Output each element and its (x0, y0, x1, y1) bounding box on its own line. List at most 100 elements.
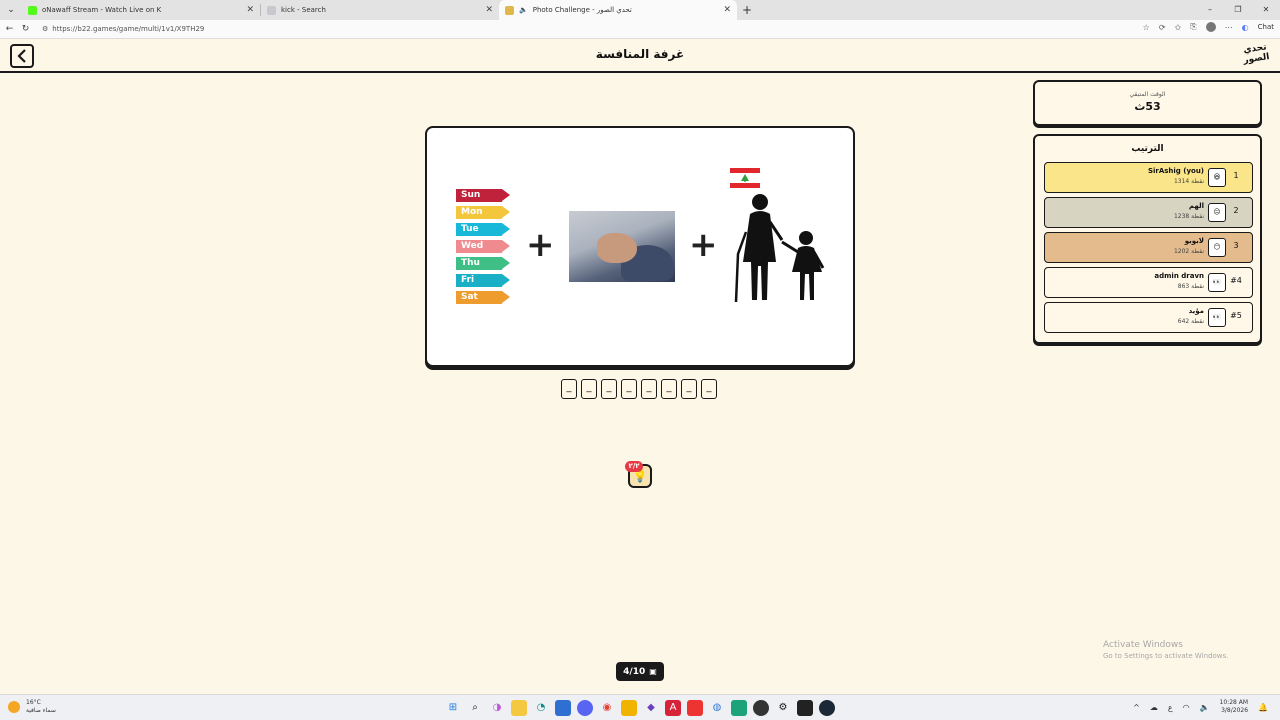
close-tab-icon[interactable]: ✕ (485, 5, 493, 15)
close-tab-icon[interactable]: ✕ (246, 5, 254, 15)
page-header: غرفة المنافسة تحدي الصور (0, 40, 1280, 73)
player-score: 1202 نقطة (1173, 248, 1204, 255)
windows-taskbar: 16°C سماء صافية ⊞ ⌕ ◑ ◔ ◉ ◆ A ◍ ⚙ ^ ☁ ع … (0, 694, 1280, 720)
close-tab-icon[interactable]: ✕ (723, 5, 731, 15)
bookmark-star-icon[interactable]: ☆ (1143, 23, 1150, 32)
clock[interactable]: 10:28 AM 3/8/2026 (1220, 699, 1248, 715)
answer-slot[interactable]: _ (681, 379, 697, 399)
plus-sign: + (526, 225, 555, 265)
player-score: 1238 نقطة (1173, 213, 1204, 220)
settings-icon[interactable]: ⚙ (775, 700, 791, 716)
obs-icon[interactable] (797, 700, 813, 716)
collections-icon[interactable]: ⎘ (1190, 22, 1196, 32)
day-arrow-mon: Mon (456, 206, 510, 219)
day-arrow-tue: Tue (456, 223, 510, 236)
game-page: غرفة المنافسة تحدي الصور Sun Mon Tue Wed… (0, 40, 1280, 694)
app-icon[interactable] (621, 700, 637, 716)
browser-tab-bar: ⌄ oNawaff Stream - Watch Live on K ✕ kic… (0, 0, 1280, 20)
copilot-app-icon[interactable]: ◑ (489, 700, 505, 716)
notifications-icon[interactable]: 🔔 (1258, 703, 1268, 712)
browser-tab-kick-stream[interactable]: oNawaff Stream - Watch Live on K ✕ (22, 0, 260, 20)
browser-address-bar: ← ↻ ⚙ https://b22.games/game/multi/1v1/X… (0, 20, 1280, 39)
rank-number: 3 (1233, 241, 1239, 250)
copilot-icon[interactable]: ◐ (1242, 23, 1249, 32)
game-favicon-icon (505, 5, 514, 15)
game-icon[interactable] (753, 700, 769, 716)
volume-icon[interactable]: 🔈 (1200, 703, 1210, 712)
answer-slot[interactable]: _ (581, 379, 597, 399)
app-icon[interactable] (687, 700, 703, 716)
edge-browser-icon[interactable]: ◔ (533, 700, 549, 716)
timer-value: 53ث (1134, 100, 1161, 113)
taskbar-apps: ⊞ ⌕ ◑ ◔ ◉ ◆ A ◍ ⚙ (445, 700, 835, 716)
browser-tab-kick-search[interactable]: kick - Search ✕ (261, 0, 499, 20)
player-name: الهم (1188, 202, 1204, 210)
favorites-icon[interactable]: ✩ (1175, 23, 1182, 32)
ranking-row: #5 👀 مؤيد 642 نقطة (1044, 302, 1253, 333)
plus-sign: + (689, 225, 718, 265)
chevron-up-icon[interactable]: ^ (1133, 703, 1140, 712)
speaker-icon[interactable]: 🔈 (519, 6, 528, 14)
answer-slot[interactable]: _ (561, 379, 577, 399)
steam-icon[interactable] (819, 700, 835, 716)
tab-search-chevron-icon[interactable]: ⌄ (0, 0, 22, 20)
ranking-list: 1 😆 SirAshig (you) 1314 نقطة 2 😐 الهم 12… (1044, 162, 1253, 337)
day-arrow-thu: Thu (456, 257, 510, 270)
rank-number: 2 (1233, 206, 1239, 215)
network-icon[interactable]: ☁ (1150, 703, 1158, 712)
chrome-icon[interactable]: ◉ (599, 700, 615, 716)
ranking-row: 1 😆 SirAshig (you) 1314 نقطة (1044, 162, 1253, 193)
search-icon[interactable]: ⌕ (467, 700, 483, 716)
ranking-row: #4 👀 admin dravn 863 نقطة (1044, 267, 1253, 298)
close-window-icon[interactable]: ✕ (1252, 0, 1280, 20)
hand-shape (597, 233, 637, 263)
browser-tab-photo-challenge[interactable]: 🔈 Photo Challenge - تحدي الصور ✕ (499, 0, 737, 20)
window-controls: – ❐ ✕ (1196, 0, 1280, 20)
more-menu-icon[interactable]: ⋯ (1225, 23, 1233, 32)
progress-text: 4/10 (623, 666, 646, 677)
site-logo[interactable]: تحدي الصور (1240, 42, 1271, 70)
app-icon[interactable]: ◍ (709, 700, 725, 716)
answer-slots: _ _ _ _ _ _ _ _ (561, 379, 717, 399)
visual-studio-icon[interactable]: ◆ (643, 700, 659, 716)
extensions-icon[interactable]: ⟳ (1159, 23, 1166, 32)
adobe-icon[interactable]: A (665, 700, 681, 716)
watermark-line-1: Activate Windows (1103, 640, 1183, 650)
ranking-row: 3 😶 لابوبو 1202 نقطة (1044, 232, 1253, 263)
new-tab-icon[interactable]: + (737, 3, 757, 17)
system-tray: ^ ☁ ع ◠ 🔈 10:28 AM 3/8/2026 🔔 (1133, 699, 1268, 715)
profile-avatar-icon[interactable] (1205, 22, 1216, 32)
player-avatar: 😆 (1208, 168, 1226, 187)
player-score: 1314 نقطة (1173, 178, 1204, 185)
clock-time: 10:28 AM (1219, 699, 1249, 706)
answer-slot[interactable]: _ (661, 379, 677, 399)
chat-button[interactable]: Chat (1258, 23, 1274, 31)
grandmother-and-child-icon (734, 194, 825, 302)
file-explorer-icon[interactable] (511, 700, 527, 716)
back-arrow-icon[interactable]: ← (3, 24, 16, 34)
refresh-icon[interactable]: ↻ (19, 24, 32, 34)
answer-slot[interactable]: _ (621, 379, 637, 399)
answer-slot[interactable]: _ (601, 379, 617, 399)
weather-widget[interactable]: 16°C سماء صافية (8, 699, 56, 715)
site-info-icon[interactable]: ⚙ (42, 25, 48, 33)
answer-slot[interactable]: _ (641, 379, 657, 399)
discord-icon[interactable] (577, 700, 593, 716)
app-icon[interactable] (731, 700, 747, 716)
day-arrow-wed: Wed (456, 240, 510, 253)
hint-count-badge: ٢/٢ (625, 461, 643, 472)
url-text: https://b22.games/game/multi/1v1/X9TH29 (52, 25, 205, 33)
answer-slot[interactable]: _ (701, 379, 717, 399)
player-name: مؤيد (1188, 307, 1204, 315)
language-icon[interactable]: ع (1168, 703, 1173, 712)
watermark-line-2: Go to Settings to activate Windows. (1103, 652, 1229, 660)
ranking-card: الترتيب 1 😆 SirAshig (you) 1314 نقطة 2 😐… (1033, 134, 1262, 344)
player-name: لابوبو (1184, 237, 1204, 245)
restore-icon[interactable]: ❐ (1224, 0, 1252, 20)
minimize-icon[interactable]: – (1196, 0, 1224, 20)
wifi-icon[interactable]: ◠ (1183, 703, 1190, 712)
store-icon[interactable] (555, 700, 571, 716)
url-field[interactable]: ⚙ https://b22.games/game/multi/1v1/X9TH2… (38, 22, 1138, 37)
kick-favicon-icon (28, 5, 37, 15)
windows-start-icon[interactable]: ⊞ (445, 700, 461, 716)
